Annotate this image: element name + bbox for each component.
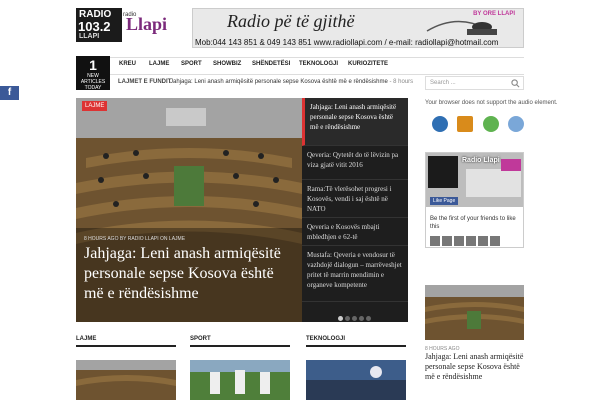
player-chat-icon[interactable] (508, 116, 525, 132)
sidebar-post-title[interactable]: Jahjaga: Leni anash armiqësitë personale… (425, 352, 524, 382)
counter-value: 1 (89, 57, 97, 73)
slider-side-item[interactable]: Qeveria: Qytetët do të lëvizin pa viza g… (302, 146, 408, 180)
ticker-headline[interactable]: Jahjaga: Leni anash armiqësitë personale… (170, 79, 388, 85)
facebook-float-button[interactable]: f (0, 86, 19, 100)
nav-item-shendetesi[interactable]: SHËNDETËSI (252, 61, 290, 67)
nav-item-kreu[interactable]: KREU (119, 61, 136, 67)
slider-side-item-title[interactable]: Qeveria: Qytetët do të lëvizin pa viza g… (307, 151, 398, 169)
section-thumbnail-sport[interactable] (190, 360, 290, 400)
ticker-link[interactable]: Jahjaga: Leni anash armiqësitë personale… (170, 79, 413, 85)
avatar[interactable] (478, 236, 488, 246)
player-links (432, 116, 529, 137)
slider-dot[interactable] (352, 316, 357, 321)
section-heading-teknologji[interactable]: TEKNOLOGJI (306, 336, 406, 347)
slider-side-item[interactable]: Qeveria e Kosovës mbajti mbledhjen e 62-… (302, 218, 408, 246)
nav-item-lajme[interactable]: LAJME (149, 61, 169, 67)
facebook-faces (430, 233, 502, 251)
nav-item-sport[interactable]: SPORT (181, 61, 202, 67)
slide-meta: 8 HOURS AGO BY RADIO LLAPI ON LAJME (84, 236, 186, 242)
nav-item-teknologji[interactable]: TEKNOLOGJI (299, 61, 338, 67)
ticker-time: - 8 hours (387, 79, 414, 85)
player-play-icon[interactable] (432, 116, 448, 132)
slider-dot[interactable] (345, 316, 350, 321)
logo-line-3: LLAPI (79, 33, 100, 40)
slider-side-item[interactable]: Jahjaga: Leni anash armiqësitë personale… (302, 98, 408, 146)
site-logo[interactable]: RADIO 103.2 LLAPI radio Llapi (76, 8, 176, 42)
slider-side-list: Jahjaga: Leni anash armiqësitë personale… (302, 98, 408, 322)
search-icon[interactable] (511, 79, 520, 88)
avatar[interactable] (442, 236, 452, 246)
header-banner[interactable]: Radio pë të gjithë BY ORE LLAPI Mob:044 … (192, 8, 524, 48)
facebook-page-name[interactable]: Radio Llapi (462, 157, 500, 164)
audio-unsupported-message: Your browser does not support the audio … (425, 100, 558, 106)
logo-frequency: 103.2 (78, 19, 111, 34)
player-winamp-icon[interactable] (457, 116, 474, 132)
sidebar-post-thumbnail[interactable] (425, 285, 524, 340)
avatar[interactable] (454, 236, 464, 246)
featured-slider: LAJME 8 HOURS AGO BY RADIO LLAPI ON LAJM… (76, 98, 408, 322)
facebook-like-button[interactable]: Like Page (430, 197, 459, 205)
slider-side-item[interactable]: Rama:Të vlerësohet progresi i Kosovës, v… (302, 180, 408, 218)
logo-name: Llapi (126, 14, 168, 34)
avatar[interactable] (490, 236, 500, 246)
new-articles-counter: 1 NEW ARTICLES TODAY (76, 56, 110, 91)
category-badge[interactable]: LAJME (82, 101, 108, 111)
player-music-icon[interactable] (482, 116, 499, 132)
slider-side-item-title[interactable]: Rama:Të vlerësohet progresi i Kosovës, v… (307, 185, 392, 213)
banner-slogan: Radio pë të gjithë (227, 11, 355, 31)
avatar[interactable] (466, 236, 476, 246)
section-thumbnail-lajme[interactable] (76, 360, 176, 400)
slider-dot[interactable] (338, 316, 343, 321)
slider-dot[interactable] (366, 316, 371, 321)
logo-badge: RADIO 103.2 LLAPI (76, 8, 122, 42)
avatar[interactable] (430, 236, 440, 246)
slider-side-item-title[interactable]: Qeveria e Kosovës mbajti mbledhjen e 62-… (307, 223, 380, 241)
banner-contact: Mob:044 143 851 & 049 143 851 www.radiol… (195, 38, 499, 47)
slide-title[interactable]: Jahjaga: Leni anash armiqësitë personale… (84, 244, 296, 304)
nav-item-showbiz[interactable]: SHOWBIZ (213, 61, 241, 67)
slider-dot[interactable] (359, 316, 364, 321)
facebook-friends-message: Be the first of your friends to like thi… (430, 216, 516, 230)
section-thumbnail-teknologji[interactable] (306, 360, 406, 400)
slider-side-item[interactable]: Mustafa: Qeveria e vendosur të vazhdojë … (302, 246, 408, 302)
facebook-page-widget: Radio Llapi Like Page Be the first of yo… (425, 152, 524, 248)
banner-credit: BY ORE LLAPI (473, 11, 515, 17)
search-box[interactable]: Search ... (425, 76, 524, 90)
nav-item-kuriozitete[interactable]: KURIOZITETE (348, 61, 388, 67)
section-heading-lajme[interactable]: LAJME (76, 336, 176, 347)
ticker-label: LAJMET E FUNDIT (118, 79, 172, 85)
slider-side-item-title[interactable]: Mustafa: Qeveria e vendosur të vazhdojë … (307, 251, 402, 289)
counter-label: NEW ARTICLES TODAY (80, 73, 106, 91)
section-heading-sport[interactable]: SPORT (190, 336, 290, 347)
search-input[interactable]: Search ... (430, 80, 456, 86)
slider-side-item-title[interactable]: Jahjaga: Leni anash armiqësitë personale… (310, 103, 396, 131)
slider-pagination (338, 308, 373, 322)
